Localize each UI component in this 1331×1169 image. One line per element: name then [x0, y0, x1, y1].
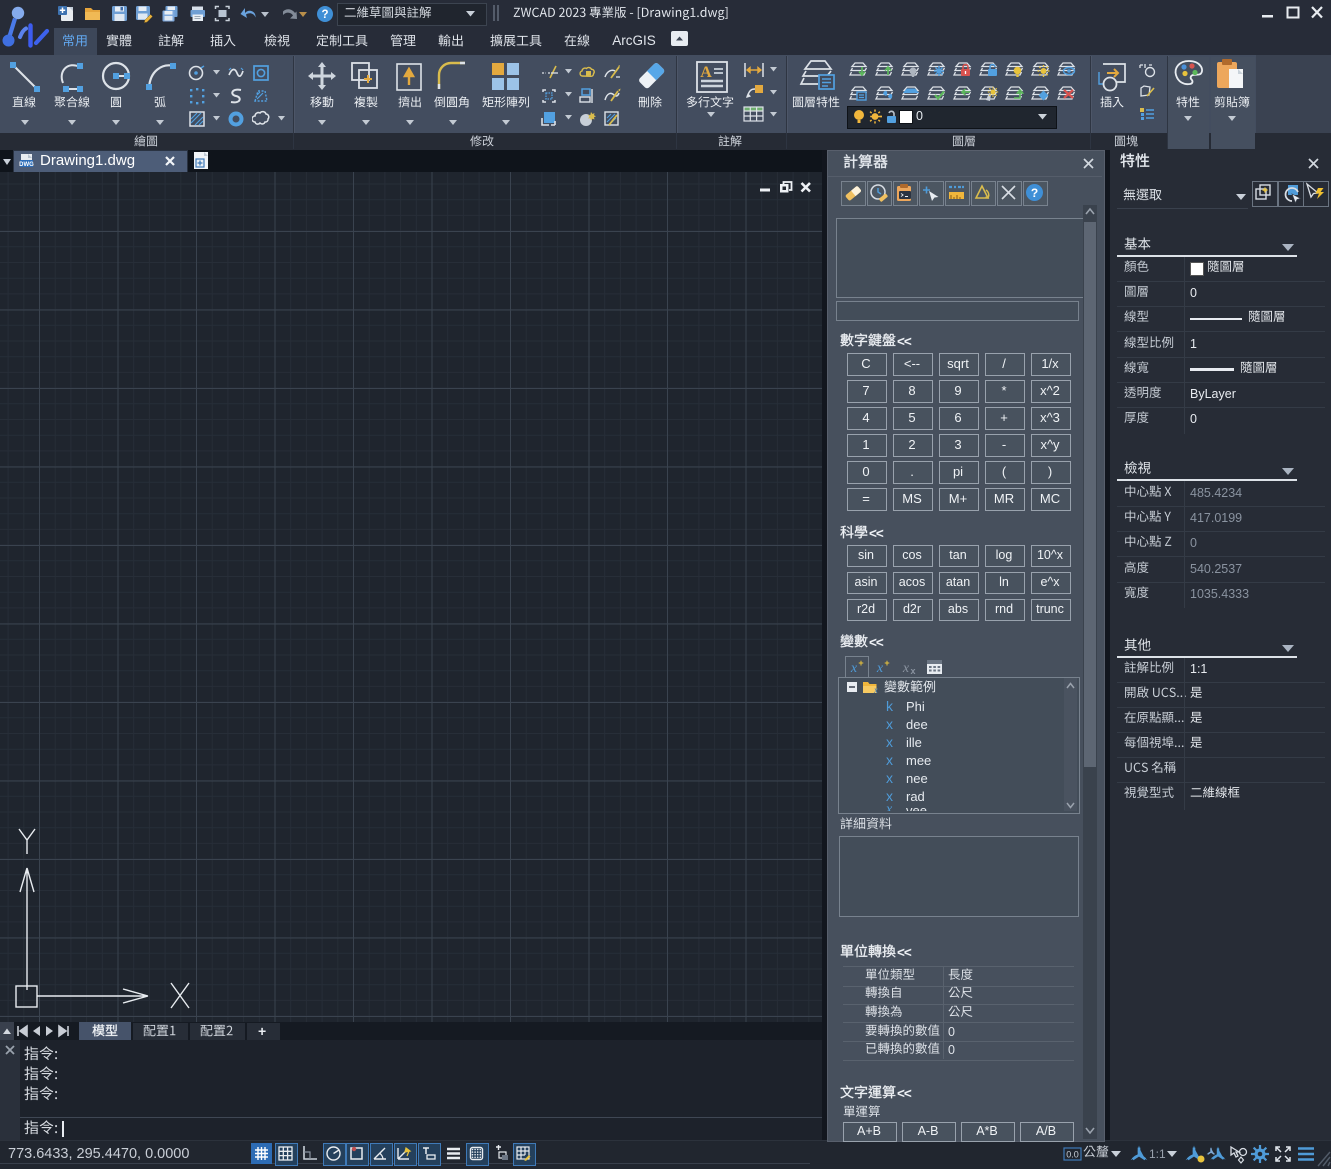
svg-text:DWG: DWG	[19, 162, 34, 168]
svg-text:?: ?	[1031, 186, 1038, 200]
svg-text:0.0: 0.0	[1066, 1150, 1079, 1160]
svg-text:?: ?	[321, 9, 328, 21]
svg-text:A: A	[700, 64, 712, 81]
svg-text:x: x	[876, 661, 884, 676]
svg-text:x: x	[873, 685, 878, 695]
svg-text:x: x	[902, 661, 910, 676]
svg-text:x: x	[910, 666, 915, 676]
svg-text:+: +	[858, 658, 863, 668]
svg-text:+: +	[884, 658, 889, 668]
svg-text:x: x	[850, 661, 858, 676]
